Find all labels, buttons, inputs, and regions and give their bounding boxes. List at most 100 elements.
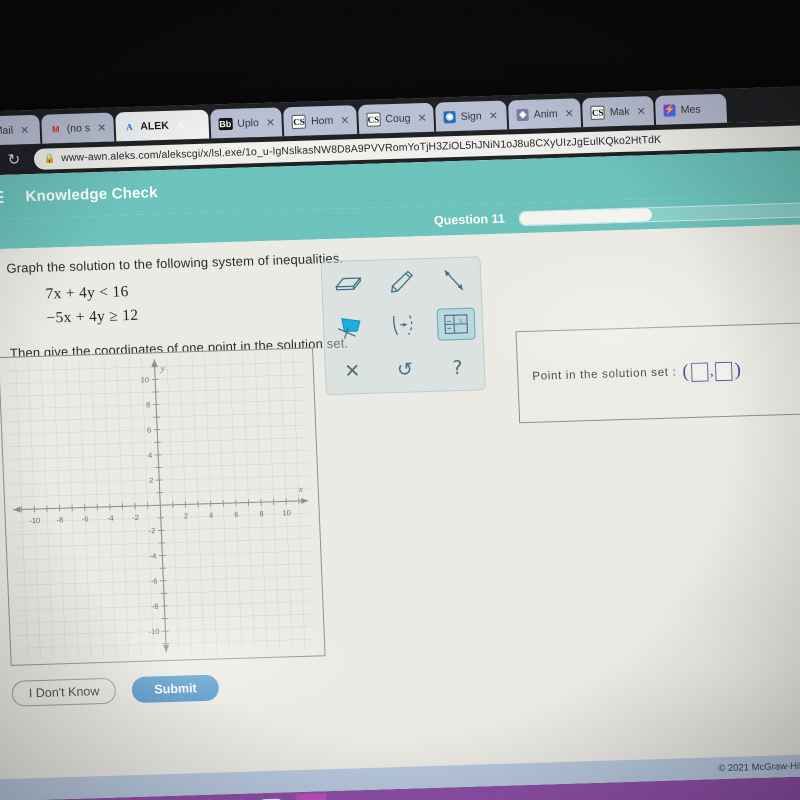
progress-bar-fill <box>519 207 653 225</box>
browser-tab-gmail[interactable]: M (no s × <box>41 112 114 144</box>
x-tick-label: -10 <box>29 516 40 525</box>
copyright-text: © 2021 McGraw-Hill Education. All <box>717 758 800 774</box>
hamburger-icon[interactable] <box>0 190 4 204</box>
action-buttons: I Don't Know Submit <box>11 674 220 707</box>
tab-label: Uplo <box>237 116 260 130</box>
eraser-tool[interactable] <box>328 266 369 301</box>
answer-label: Point in the solution set : <box>532 366 677 383</box>
browser-tab-coursehero-home[interactable]: CS Hom × <box>283 105 358 137</box>
close-icon[interactable]: × <box>488 109 498 122</box>
x-axis-label: x <box>298 484 303 494</box>
close-icon[interactable]: × <box>20 123 30 136</box>
y-tick-label: -6 <box>151 577 158 586</box>
eraser-icon <box>335 277 362 291</box>
aleks-page: Knowledge Check Question 11 Graph the so… <box>0 149 800 800</box>
y-tick-label: -10 <box>148 627 159 636</box>
coordinate-plane: -10 -8 -6 -4 -2 2 4 6 8 10 -10 -8 -6 -4 -2 2 4 6 8 10 x y <box>5 353 316 659</box>
tab-label: Anim <box>533 107 558 121</box>
x-tick-label: -4 <box>107 514 114 523</box>
dashed-curve-tool[interactable] <box>383 308 424 343</box>
x-tick-label: 10 <box>282 508 291 517</box>
browser-tab-blackboard[interactable]: Bb Uplo × <box>209 107 283 139</box>
x-tick-label: 6 <box>234 510 239 519</box>
messenger-icon: ⚡ <box>663 103 677 117</box>
y-tick-label: 6 <box>147 425 152 434</box>
fill-region-tool[interactable] <box>330 310 371 345</box>
close-icon[interactable]: × <box>636 104 646 117</box>
tab-label: (no s <box>66 121 91 135</box>
answer-panel: Point in the solution set : ( , ) <box>515 321 800 424</box>
open-paren: ( <box>682 361 690 383</box>
browser-tab-roblox[interactable]: ◆ Anim × <box>508 98 582 130</box>
question-label: Question 11 <box>433 211 506 228</box>
close-icon[interactable]: × <box>417 111 427 124</box>
browser-tab-messenger[interactable]: ⚡ Mes <box>655 93 728 125</box>
answer-separator: , <box>709 362 714 379</box>
pencil-icon <box>390 270 413 293</box>
dont-know-button[interactable]: I Don't Know <box>11 677 117 707</box>
pencil-tool[interactable] <box>381 264 422 299</box>
graph-grid-tool[interactable]: x <box>436 307 477 341</box>
shade-region-icon <box>337 318 361 339</box>
chrome-active-icon[interactable] <box>296 793 328 800</box>
palette-row-3: ✕ ↺ ? <box>325 345 485 394</box>
tab-label: Mak <box>609 105 630 118</box>
lock-icon: 🔒 <box>43 152 56 164</box>
clear-tool[interactable]: ✕ <box>332 354 373 389</box>
svg-text:x: x <box>459 316 463 325</box>
line-tool[interactable] <box>433 263 474 298</box>
x-axis-arrow-left <box>13 506 21 513</box>
close-icon[interactable]: × <box>176 118 186 131</box>
globe-icon: ◉ <box>443 110 456 123</box>
graph-canvas[interactable]: -10 -8 -6 -4 -2 2 4 6 8 10 -10 -8 -6 -4 -2 2 4 6 8 10 x y <box>0 347 326 666</box>
y-axis-label: y <box>159 363 164 373</box>
tab-label: Sign <box>460 109 482 123</box>
x-tick-label: -6 <box>82 514 89 523</box>
palette-row-1 <box>321 257 481 306</box>
y-tick-label: -8 <box>152 602 159 611</box>
coursehero-icon: CS <box>291 114 307 129</box>
roblox-icon: ◆ <box>516 108 529 121</box>
tab-label: Mes <box>680 103 701 116</box>
tab-label: Coug <box>385 111 411 125</box>
submit-button[interactable]: Submit <box>131 674 220 704</box>
close-icon[interactable]: × <box>97 121 107 134</box>
coursehero-icon: CS <box>590 104 606 120</box>
help-tool[interactable]: ? <box>437 350 478 385</box>
answer-coordinate-pair: ( , ) <box>682 359 741 383</box>
close-icon[interactable]: × <box>266 116 276 129</box>
answer-y-input[interactable] <box>715 361 733 381</box>
x-tick-label: 8 <box>259 509 264 518</box>
browser-tab-coursehero-coug[interactable]: CS Coug × <box>357 102 435 135</box>
tab-label: ALEK <box>140 119 170 133</box>
question-body: Graph the solution to the following syst… <box>0 223 800 800</box>
page-title: Knowledge Check <box>25 183 159 205</box>
browser-tab-aleks[interactable]: A ALEK × <box>114 109 209 142</box>
x-axis-arrow-right <box>301 497 309 504</box>
y-tick-label: 8 <box>146 400 151 409</box>
reload-icon[interactable]: ↻ <box>4 150 25 169</box>
progress-bar <box>518 200 800 226</box>
blackboard-icon: Bb <box>218 117 233 130</box>
line-segment-icon <box>444 270 463 291</box>
y-tick-label: -4 <box>150 551 157 560</box>
y-tick-label: 4 <box>148 451 153 460</box>
close-icon[interactable]: × <box>564 106 574 119</box>
answer-x-input[interactable] <box>690 361 709 382</box>
coursehero-icon: CS <box>366 111 381 127</box>
y-axis-arrow-up <box>151 359 158 367</box>
x-tick-label: 2 <box>184 511 189 520</box>
browser-tab-coursehero-make[interactable]: CS Mak × <box>582 96 655 128</box>
y-tick-label: 2 <box>149 476 154 485</box>
aleks-icon: A <box>125 121 133 132</box>
close-icon[interactable]: × <box>340 113 350 126</box>
close-paren: ) <box>734 359 742 381</box>
x-tick-label: -8 <box>56 515 63 524</box>
dashed-curve-icon <box>392 315 413 336</box>
palette-row-2: x <box>323 301 483 350</box>
browser-tab-mail[interactable]: ✉ Mail × <box>0 114 41 146</box>
tab-label: Hom <box>310 114 334 127</box>
gmail-icon: M <box>51 123 60 134</box>
undo-tool[interactable]: ↺ <box>384 352 425 387</box>
browser-tab-signin[interactable]: ◉ Sign × <box>435 100 508 132</box>
